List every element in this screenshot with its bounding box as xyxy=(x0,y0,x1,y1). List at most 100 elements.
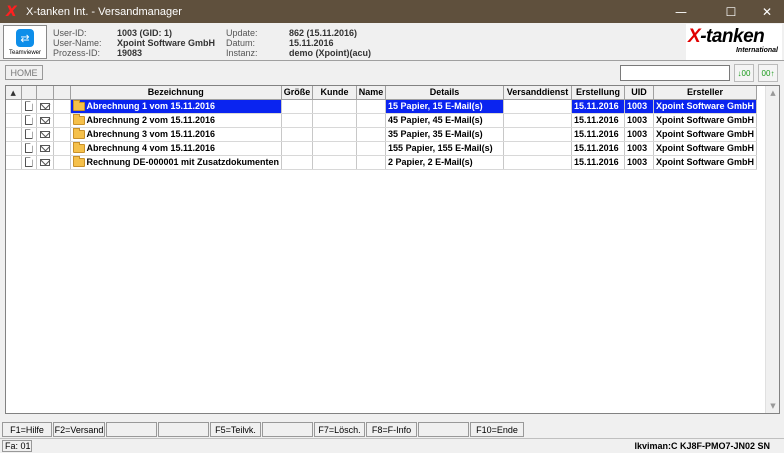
minimize-button[interactable]: — xyxy=(664,0,698,23)
f4-button[interactable] xyxy=(158,422,209,437)
f8-info-button[interactable]: F8=F-Info xyxy=(366,422,417,437)
row-number-cell xyxy=(6,155,22,170)
app-logo-icon: X xyxy=(6,3,17,20)
folder-cell xyxy=(53,99,71,114)
process-id-label: Prozess-ID: xyxy=(53,48,101,58)
bezeichnung-cell[interactable]: Abrechnung 2 vom 15.11.2016 xyxy=(70,113,283,128)
ersteller-cell: Xpoint Software GmbH xyxy=(653,155,758,170)
doc-cell[interactable] xyxy=(21,127,37,142)
vertical-scrollbar[interactable]: ▲ ▼ xyxy=(765,86,779,413)
bezeichnung-cell[interactable]: Abrechnung 3 vom 15.11.2016 xyxy=(70,127,283,142)
f10-exit-button[interactable]: F10=Ende xyxy=(470,422,524,437)
folder-icon xyxy=(72,128,85,140)
mail-cell[interactable] xyxy=(36,113,54,128)
table-row[interactable]: Abrechnung 3 vom 15.11.2016 35 Papier, 3… xyxy=(6,127,758,142)
doc-cell[interactable] xyxy=(21,113,37,128)
close-button[interactable]: ✕ xyxy=(750,0,784,23)
envelope-icon xyxy=(39,103,50,111)
col-header-folder[interactable] xyxy=(53,86,71,100)
name-cell xyxy=(356,155,387,170)
folder-cell xyxy=(53,141,71,156)
document-icon xyxy=(24,101,33,112)
instance-label: Instanz: xyxy=(226,48,258,58)
f9-button[interactable] xyxy=(418,422,469,437)
versanddienst-cell xyxy=(503,141,573,156)
table-row[interactable]: Rechnung DE-000001 mit Zusatzdokumenten … xyxy=(6,155,758,170)
col-header-kunde[interactable]: Kunde xyxy=(312,86,358,100)
f3-button[interactable] xyxy=(106,422,157,437)
doc-cell[interactable] xyxy=(21,155,37,170)
maximize-button[interactable]: ☐ xyxy=(714,0,748,23)
col-header-bezeichnung[interactable]: Bezeichnung xyxy=(70,86,283,100)
groesse-cell xyxy=(281,155,314,170)
user-id-label: User-ID: xyxy=(53,28,87,38)
kunde-cell xyxy=(312,141,358,156)
sort-down-icon: ↓00 xyxy=(737,68,751,78)
company-status: Fa: 01 xyxy=(2,440,32,452)
scroll-up-icon[interactable]: ▲ xyxy=(766,86,779,100)
user-id-value: 1003 (GID: 1) xyxy=(117,28,173,38)
search-input[interactable] xyxy=(620,65,730,81)
row-number-cell xyxy=(6,141,22,156)
details-cell: 155 Papier, 155 E-Mail(s) xyxy=(385,141,505,156)
col-header-ersteller[interactable]: Ersteller xyxy=(653,86,758,100)
bezeichnung-cell[interactable]: Abrechnung 4 vom 15.11.2016 xyxy=(70,141,283,156)
bezeichnung-cell[interactable]: Abrechnung 1 vom 15.11.2016 xyxy=(70,99,283,114)
table-row[interactable]: Abrechnung 4 vom 15.11.2016 155 Papier, … xyxy=(6,141,758,156)
ersteller-cell: Xpoint Software GmbH xyxy=(653,99,758,114)
title-bar: X X-tanken Int. - Versandmanager — ☐ ✕ xyxy=(0,0,784,23)
table-row[interactable]: Abrechnung 1 vom 15.11.2016 15 Papier, 1… xyxy=(6,99,758,114)
row-number-cell xyxy=(6,113,22,128)
mail-cell[interactable] xyxy=(36,127,54,142)
teamviewer-button[interactable]: ⇄ Teamviewer xyxy=(3,25,47,59)
sort-indicator[interactable]: ▲ xyxy=(6,86,22,100)
bezeichnung-cell[interactable]: Rechnung DE-000001 mit Zusatzdokumenten xyxy=(70,155,283,170)
document-icon xyxy=(24,143,33,154)
kunde-cell xyxy=(312,113,358,128)
f7-delete-button[interactable]: F7=Lösch. xyxy=(314,422,365,437)
envelope-icon xyxy=(39,159,50,167)
user-name-label: User-Name: xyxy=(53,38,102,48)
home-button[interactable]: HOME xyxy=(5,65,43,80)
kunde-cell xyxy=(312,127,358,142)
uid-cell: 1003 xyxy=(624,141,655,156)
sort-ascending-button[interactable]: 00↑ xyxy=(758,64,778,82)
sort-descending-button[interactable]: ↓00 xyxy=(734,64,754,82)
uid-cell: 1003 xyxy=(624,155,655,170)
erstellung-cell: 15.11.2016 xyxy=(571,141,626,156)
col-header-erstellung[interactable]: Erstellung xyxy=(571,86,626,100)
mail-cell[interactable] xyxy=(36,99,54,114)
info-bar: ⇄ Teamviewer User-ID: User-Name: Prozess… xyxy=(0,23,784,61)
f1-help-button[interactable]: F1=Hilfe xyxy=(2,422,52,437)
sort-up-icon: 00↑ xyxy=(761,68,775,78)
user-name-value: Xpoint Software GmbH xyxy=(117,38,216,48)
row-number-cell xyxy=(6,99,22,114)
date-value: 15.11.2016 xyxy=(289,38,334,48)
col-header-mail[interactable] xyxy=(36,86,54,100)
date-label: Datum: xyxy=(226,38,256,48)
name-cell xyxy=(356,99,387,114)
f5-partial-button[interactable]: F5=Teilvk. xyxy=(210,422,261,437)
status-bar: Fa: 01 lkviman:C KJ8F-PMO7-JN02 SN xyxy=(0,438,784,453)
brand-name: X-tanken xyxy=(688,26,765,47)
folder-icon xyxy=(72,114,85,126)
col-header-name[interactable]: Name xyxy=(356,86,387,100)
mail-cell[interactable] xyxy=(36,155,54,170)
f2-send-button[interactable]: F2=Versand xyxy=(53,422,105,437)
col-header-uid[interactable]: UID xyxy=(624,86,655,100)
table-row[interactable]: Abrechnung 2 vom 15.11.2016 45 Papier, 4… xyxy=(6,113,758,128)
doc-cell[interactable] xyxy=(21,141,37,156)
col-header-doc[interactable] xyxy=(21,86,37,100)
doc-cell[interactable] xyxy=(21,99,37,114)
erstellung-cell: 15.11.2016 xyxy=(571,113,626,128)
document-icon xyxy=(24,115,33,126)
col-header-details[interactable]: Details xyxy=(385,86,505,100)
col-header-versanddienst[interactable]: Versanddienst xyxy=(503,86,573,100)
mail-cell[interactable] xyxy=(36,141,54,156)
erstellung-cell: 15.11.2016 xyxy=(571,155,626,170)
scroll-down-icon[interactable]: ▼ xyxy=(766,399,779,413)
ersteller-cell: Xpoint Software GmbH xyxy=(653,127,758,142)
col-header-groesse[interactable]: Größe xyxy=(281,86,314,100)
groesse-cell xyxy=(281,127,314,142)
f6-button[interactable] xyxy=(262,422,313,437)
